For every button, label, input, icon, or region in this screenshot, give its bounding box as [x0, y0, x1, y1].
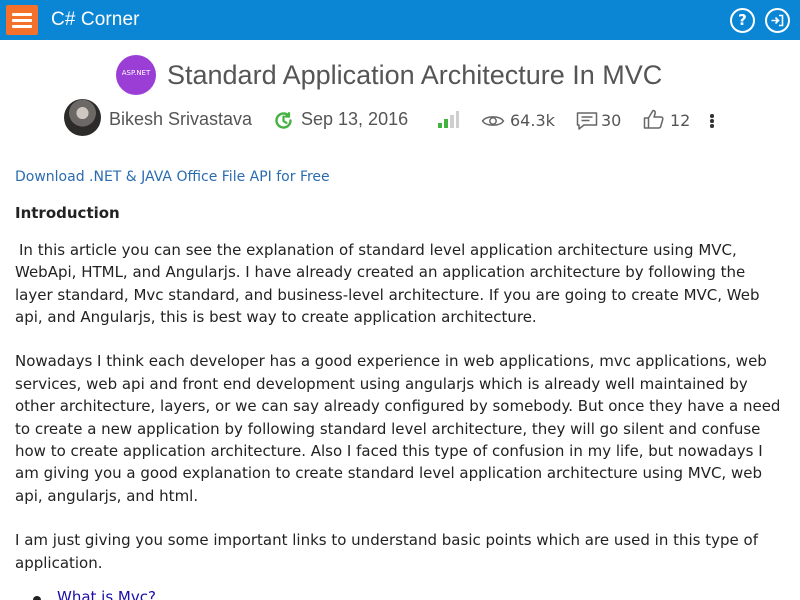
thumbs-up-icon[interactable]: [643, 108, 665, 130]
menu-icon[interactable]: [6, 5, 38, 35]
download-api-link[interactable]: Download .NET & JAVA Office File API for…: [15, 166, 785, 188]
more-vertical-icon[interactable]: [709, 114, 715, 130]
list-item: What is Mvc?: [33, 586, 785, 600]
article-body: Download .NET & JAVA Office File API for…: [15, 166, 785, 600]
login-icon[interactable]: [765, 8, 790, 33]
brand-name[interactable]: C# Corner: [51, 9, 140, 31]
top-navbar: C# Corner ?: [0, 0, 800, 40]
clock-refresh-icon: [273, 110, 294, 131]
comment-icon[interactable]: [576, 111, 598, 131]
author-name[interactable]: Bikesh Srivastava: [109, 109, 252, 130]
like-count[interactable]: 12: [670, 111, 690, 130]
what-is-mvc-link[interactable]: What is Mvc?: [57, 586, 156, 600]
bullet-icon: [33, 596, 41, 600]
category-logo-text: ASP.NET: [121, 69, 151, 77]
comment-count[interactable]: 30: [601, 111, 621, 130]
avatar[interactable]: [64, 99, 101, 136]
article-title: Standard Application Architecture In MVC: [167, 60, 663, 90]
signal-bars-icon: [437, 111, 459, 128]
paragraph-intro: In this article you can see the explanat…: [15, 240, 760, 327]
help-icon[interactable]: ?: [730, 8, 755, 33]
eye-icon: [481, 113, 505, 129]
paragraph-experience: Nowadays I think each developer has a go…: [15, 352, 781, 505]
category-logo[interactable]: ASP.NET: [116, 55, 156, 95]
paragraph-links: I am just giving you some important link…: [15, 531, 758, 572]
publish-date: Sep 13, 2016: [301, 109, 409, 129]
view-count: 64.3k: [510, 111, 555, 130]
section-heading: Introduction: [15, 204, 120, 223]
